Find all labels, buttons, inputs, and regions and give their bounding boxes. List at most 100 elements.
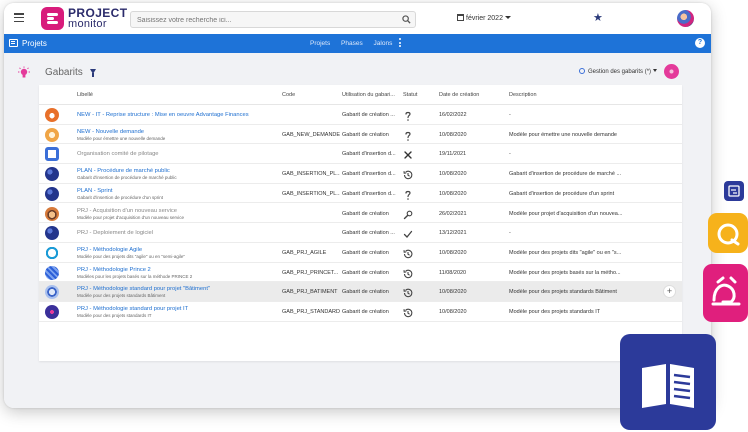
template-title[interactable]: PRJ - Méthodologie Agile [77, 247, 277, 254]
template-title[interactable]: PLAN - Procédure de marché public [77, 168, 277, 175]
cell-description: Modèle pour des projets basés sur la mét… [509, 269, 621, 276]
cell-libelle[interactable]: PRJ - Méthodologie Agile Modèle pour des … [77, 247, 277, 260]
cell-description: Modèle pour projet d'acquisition d'un no… [509, 210, 623, 217]
gestion-dropdown[interactable]: Gestion des gabarits (*) [579, 68, 658, 75]
cell-libelle[interactable]: PLAN - Procédure de marché public Gabarit… [77, 168, 277, 181]
menu-icon[interactable] [14, 13, 24, 23]
logo-icon[interactable] [41, 7, 64, 30]
timer-icon [703, 264, 748, 322]
help-icon[interactable]: ? [695, 38, 705, 48]
table-row[interactable]: PRJ - Méthodologie Prince 2 Modèles pour … [39, 263, 682, 283]
cell-libelle[interactable]: PRJ - Deploiement de logiciel [77, 230, 277, 237]
cell-date: 10/08/2020 [439, 249, 467, 256]
add-template-button[interactable] [664, 64, 679, 79]
col-libelle[interactable]: Libellé [77, 92, 93, 98]
template-avatar [45, 226, 59, 241]
user-avatar[interactable] [677, 10, 694, 27]
cell-date: 10/08/2020 [439, 131, 467, 138]
cell-code: GAB_INSERTION_PL... [282, 190, 340, 197]
col-date[interactable]: Date de création [439, 92, 479, 98]
template-avatar [45, 305, 59, 319]
cell-date: 11/08/2020 [439, 269, 467, 276]
template-title[interactable]: NEW - Nouvelle demande [77, 129, 277, 136]
table-row[interactable]: PLAN - Sprint Gabarit d'insertion de proc… [39, 184, 682, 204]
col-utilisation[interactable]: Utilisation du gabari... [342, 92, 395, 98]
table-row[interactable]: PRJ - Méthodologie standard pour projet … [39, 302, 682, 322]
question-icon [402, 188, 414, 200]
cell-libelle[interactable]: PLAN - Sprint Gabarit d'insertion de proc… [77, 188, 277, 201]
module-navbar: Projets Projets Phases Jalons ? [4, 34, 711, 53]
app-window: PROJECT monitor février 2022 ★ Projets P… [4, 3, 711, 408]
template-subtitle: Modèles pour les projets basés sur la mé… [77, 273, 193, 279]
date-selector[interactable]: février 2022 [457, 14, 511, 22]
template-title[interactable]: PLAN - Sprint [77, 188, 277, 195]
question-icon [402, 109, 414, 121]
search-input[interactable] [137, 14, 387, 26]
cell-usage: Gabarit de création ... [342, 230, 395, 237]
search-box[interactable] [130, 11, 416, 28]
filter-icon[interactable] [90, 69, 96, 77]
cell-libelle[interactable]: NEW - Nouvelle demande Modèle pour émettr… [77, 129, 277, 142]
template-title[interactable]: PRJ - Méthodologie standard pour projet … [77, 306, 277, 313]
template-subtitle: Modèle pour projet d'acquisition d'un no… [77, 214, 185, 220]
cell-date: 10/08/2020 [439, 190, 467, 197]
module-title[interactable]: Projets [22, 39, 47, 48]
table-row[interactable]: PRJ - Méthodologie standard pour projet … [39, 282, 682, 302]
cell-libelle[interactable]: Organisation comité de pilotage [77, 151, 277, 158]
template-avatar [45, 167, 59, 182]
cell-code: GAB_PRJ_BATIMENT [282, 289, 338, 296]
page-title: Gabarits [45, 67, 83, 78]
col-code[interactable]: Code [282, 92, 295, 98]
cell-libelle[interactable]: PRJ - Méthodologie Prince 2 Modèles pour … [77, 267, 277, 280]
nav-link-phases[interactable]: Phases [341, 40, 363, 47]
check-icon [402, 227, 414, 239]
search-icon[interactable] [402, 15, 411, 24]
template-avatar [45, 186, 59, 201]
calendar-icon [457, 14, 464, 21]
table-row[interactable]: NEW - Nouvelle demande Modèle pour émettr… [39, 125, 682, 145]
template-avatar [45, 245, 59, 260]
template-title[interactable]: Organisation comité de pilotage [77, 151, 277, 158]
cell-usage: Gabarit d'insertion d... [342, 151, 396, 158]
template-avatar [45, 265, 59, 280]
history-icon [402, 306, 414, 318]
table-row[interactable]: NEW - IT - Reprise structure : Mise en o… [39, 105, 682, 125]
chevron-down-icon [504, 16, 511, 19]
cell-libelle[interactable]: NEW - IT - Reprise structure : Mise en o… [77, 112, 277, 119]
table-row[interactable]: PLAN - Procédure de marché public Gabarit… [39, 164, 682, 184]
template-title[interactable]: PRJ - Deploiement de logiciel [77, 230, 277, 237]
table-row[interactable]: PRJ - Acquisition d'un nouveau service Mo… [39, 204, 682, 224]
cell-libelle[interactable]: PRJ - Méthodologie standard pour projet … [77, 306, 277, 319]
cell-libelle[interactable]: PRJ - Acquisition d'un nouveau service Mo… [77, 208, 277, 221]
book-icon [620, 334, 716, 430]
col-description[interactable]: Description [509, 92, 537, 98]
table-row[interactable]: Organisation comité de pilotage Gabarit d… [39, 144, 682, 165]
template-subtitle: Gabarit d'insertion de procédure d'un sp… [77, 194, 164, 200]
nav-link-projets[interactable]: Projets [310, 40, 330, 47]
table-row[interactable]: PRJ - Deploiement de logiciel Gabarit de … [39, 223, 682, 243]
close-icon [402, 148, 414, 160]
more-vertical-icon[interactable] [399, 38, 402, 49]
favorite-star-icon[interactable]: ★ [593, 13, 603, 24]
template-title[interactable]: NEW - IT - Reprise structure : Mise en o… [77, 112, 277, 119]
template-title[interactable]: PRJ - Méthodologie standard pour projet … [77, 286, 277, 293]
template-avatar [45, 285, 59, 300]
template-subtitle: Gabarit d'insertion de procédure de marc… [77, 175, 177, 181]
date-label: février 2022 [466, 15, 503, 22]
template-title[interactable]: PRJ - Méthodologie Prince 2 [77, 267, 277, 274]
template-subtitle: Modèle pour des projets standards Bâtime… [77, 293, 166, 299]
row-add-button[interactable]: + [663, 285, 676, 299]
cell-description: - [509, 230, 511, 237]
col-statut[interactable]: Statut [403, 92, 417, 98]
projects-icon [9, 39, 18, 47]
cell-libelle[interactable]: PRJ - Méthodologie standard pour projet … [77, 286, 277, 299]
top-header: PROJECT monitor février 2022 ★ [4, 3, 711, 34]
cell-date: 10/08/2020 [439, 171, 467, 178]
cell-code: GAB_PRJ_AGILE [282, 249, 327, 256]
settings-icon [579, 68, 585, 74]
table-row[interactable]: PRJ - Méthodologie Agile Modèle pour des … [39, 243, 682, 263]
cell-code: GAB_PRJ_STANDARD [282, 309, 340, 315]
cell-description: Modèle pour des projets standards IT [509, 309, 601, 315]
template-title[interactable]: PRJ - Acquisition d'un nouveau service [77, 208, 277, 215]
nav-link-jalons[interactable]: Jalons [374, 40, 393, 47]
